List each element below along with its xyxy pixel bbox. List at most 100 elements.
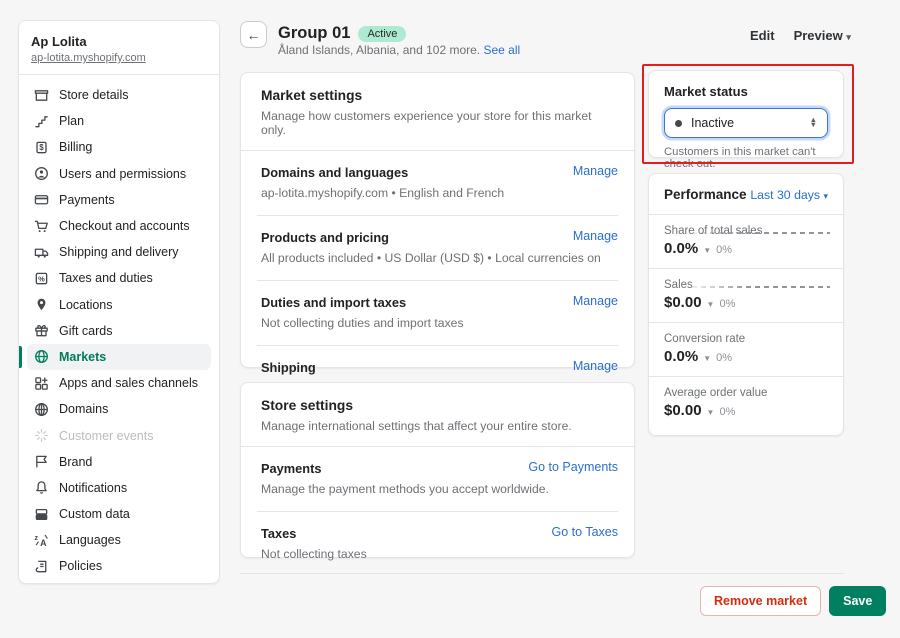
settings-sidebar: Ap Lolita ap-lotita.myshopify.com Store … (18, 20, 220, 584)
section-description: All products included • US Dollar (USD $… (261, 251, 614, 265)
edit-button[interactable]: Edit (750, 28, 775, 43)
sidebar-item-label: Policies (59, 559, 102, 573)
save-button[interactable]: Save (829, 586, 886, 616)
store-settings-title: Store settings (261, 398, 614, 413)
performance-header: Performance Last 30 days ▾ (649, 174, 843, 214)
sidebar-item-domains[interactable]: Domains (27, 396, 211, 422)
sidebar-item-billing[interactable]: $ Billing (27, 134, 211, 160)
inactive-dot-icon (675, 120, 682, 127)
go-to-taxes-link[interactable]: Go to Taxes (552, 525, 618, 539)
stairs-icon (33, 113, 49, 129)
performance-title: Performance (664, 187, 747, 202)
sidebar-item-label: Markets (59, 350, 106, 364)
sidebar-item-languages[interactable]: zA Languages (27, 527, 211, 553)
remove-market-button[interactable]: Remove market (700, 586, 821, 616)
bell-icon (33, 480, 49, 496)
store-domain-link[interactable]: ap-lotita.myshopify.com (31, 52, 146, 64)
sidebar-item-apps-sales-channels[interactable]: Apps and sales channels (27, 370, 211, 396)
see-all-link[interactable]: See all (483, 43, 520, 57)
section-domains-languages: Domains and languages ap-lotita.myshopif… (241, 151, 634, 215)
sidebar-item-label: Apps and sales channels (59, 376, 198, 390)
metric-label: Sales (664, 279, 828, 291)
globe-icon (33, 349, 49, 365)
trend-down-icon: ▼ (703, 354, 711, 363)
manage-duties-link[interactable]: Manage (573, 294, 618, 308)
section-duties-import-taxes: Duties and import taxes Not collecting d… (241, 281, 634, 345)
sidebar-item-gift-cards[interactable]: Gift cards (27, 318, 211, 344)
sidebar-item-users-permissions[interactable]: Users and permissions (27, 161, 211, 187)
metric-conversion-rate: Conversion rate 0.0% ▼ 0% (649, 323, 843, 376)
sidebar-item-taxes-duties[interactable]: % Taxes and duties (27, 265, 211, 291)
store-settings-header: Store settings Manage international sett… (241, 383, 634, 446)
sidebar-item-custom-data[interactable]: Custom data (27, 501, 211, 527)
back-arrow-icon: ← (247, 27, 261, 43)
section-payments: Payments Manage the payment methods you … (241, 447, 634, 511)
apps-grid-icon (33, 375, 49, 391)
date-range-selector[interactable]: Last 30 days ▾ (750, 188, 828, 202)
data-stack-icon (33, 506, 49, 522)
back-button[interactable]: ← (240, 21, 267, 48)
section-title: Duties and import taxes (261, 295, 614, 310)
chevron-down-icon: ▾ (846, 32, 851, 42)
dollar-bill-icon: $ (33, 139, 49, 155)
section-description: Manage the payment methods you accept wo… (261, 482, 614, 496)
sidebar-item-shipping-delivery[interactable]: Shipping and delivery (27, 239, 211, 265)
cart-icon (33, 218, 49, 234)
metric-delta: 0% (719, 406, 735, 418)
preview-button[interactable]: Preview ▾ (794, 28, 851, 43)
footer-actions: Remove market Save (700, 586, 886, 616)
metric-sales: Sales $0.00 ▼ 0% (649, 269, 843, 322)
sidebar-item-brand[interactable]: Brand (27, 449, 211, 475)
metric-value: $0.00 (664, 402, 702, 419)
sidebar-item-payments[interactable]: Payments (27, 187, 211, 213)
performance-card: Performance Last 30 days ▾ Share of tota… (648, 173, 844, 436)
metric-delta: 0% (719, 298, 735, 310)
go-to-payments-link[interactable]: Go to Payments (528, 460, 618, 474)
manage-shipping-link[interactable]: Manage (573, 359, 618, 373)
metric-delta: 0% (716, 352, 732, 364)
page-title: Group 01 (278, 24, 350, 43)
gift-icon (33, 323, 49, 339)
sidebar-item-checkout-accounts[interactable]: Checkout and accounts (27, 213, 211, 239)
sidebar-item-locations[interactable]: Locations (27, 292, 211, 318)
sidebar-item-label: Notifications (59, 481, 127, 495)
store-settings-description: Manage international settings that affec… (261, 419, 614, 433)
sidebar-item-label: Billing (59, 140, 92, 154)
store-header: Ap Lolita ap-lotita.myshopify.com (19, 21, 219, 75)
sidebar-item-label: Checkout and accounts (59, 219, 190, 233)
store-settings-card: Store settings Manage international sett… (240, 382, 635, 558)
metric-average-order-value: Average order value $0.00 ▼ 0% (649, 377, 843, 430)
market-status-select[interactable]: Inactive ▲ ▼ (664, 108, 828, 138)
sidebar-item-label: Users and permissions (59, 167, 186, 181)
market-settings-description: Manage how customers experience your sto… (261, 109, 614, 137)
market-status-helper-text: Customers in this market can't check out… (664, 146, 828, 170)
sidebar-item-label: Languages (59, 533, 121, 547)
manage-products-link[interactable]: Manage (573, 229, 618, 243)
sidebar-item-label: Store details (59, 88, 128, 102)
section-taxes: Taxes Not collecting taxes Go to Taxes (241, 512, 634, 576)
regions-summary: Åland Islands, Albania, and 102 more. (278, 43, 480, 57)
manage-domains-link[interactable]: Manage (573, 164, 618, 178)
sidebar-item-markets[interactable]: Markets (27, 344, 211, 370)
metric-value: 0.0% (664, 348, 698, 365)
market-settings-card: Market settings Manage how customers exp… (240, 72, 635, 368)
scroll-icon (33, 558, 49, 574)
page-title-row: Group 01 Active (278, 24, 406, 43)
storefront-icon (33, 87, 49, 103)
trend-down-icon: ▼ (707, 300, 715, 309)
sidebar-item-store-details[interactable]: Store details (27, 82, 211, 108)
sidebar-item-label: Custom data (59, 507, 130, 521)
section-title: Products and pricing (261, 230, 614, 245)
market-status-selected-value: Inactive (691, 116, 734, 130)
metric-share-of-total-sales: Share of total sales 0.0% ▼ 0% (649, 215, 843, 268)
metric-label: Share of total sales (664, 225, 828, 237)
sidebar-item-policies[interactable]: Policies (27, 553, 211, 579)
section-title: Domains and languages (261, 165, 614, 180)
metric-value: $0.00 (664, 294, 702, 311)
trend-down-icon: ▼ (707, 408, 715, 417)
sidebar-item-plan[interactable]: Plan (27, 108, 211, 134)
store-name: Ap Lolita (31, 34, 207, 49)
sidebar-item-label: Domains (59, 402, 108, 416)
market-settings-header: Market settings Manage how customers exp… (241, 73, 634, 150)
sidebar-item-notifications[interactable]: Notifications (27, 475, 211, 501)
